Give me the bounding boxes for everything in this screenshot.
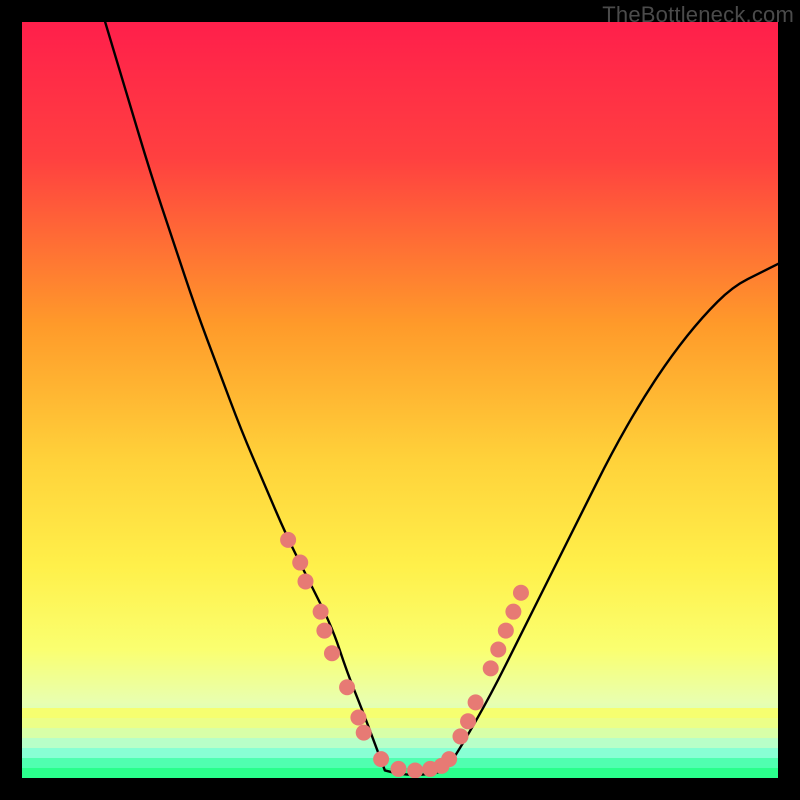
- marker-dot: [339, 679, 355, 695]
- marker-dot: [350, 710, 366, 726]
- marker-dot: [373, 751, 389, 767]
- marker-dot: [298, 573, 314, 589]
- marker-dot: [498, 623, 514, 639]
- marker-dot: [316, 623, 332, 639]
- marker-dot: [407, 762, 423, 778]
- marker-dot: [356, 725, 372, 741]
- marker-dot: [483, 660, 499, 676]
- marker-dot: [513, 585, 529, 601]
- marker-dot: [292, 555, 308, 571]
- marker-dot: [313, 604, 329, 620]
- marker-dot: [505, 604, 521, 620]
- marker-dot: [468, 694, 484, 710]
- marker-dot: [460, 713, 476, 729]
- marker-dot: [490, 641, 506, 657]
- watermark-text: TheBottleneck.com: [602, 2, 794, 28]
- marker-dot: [280, 532, 296, 548]
- marker-dot: [452, 728, 468, 744]
- marker-dot: [324, 645, 340, 661]
- marker-dot: [441, 751, 457, 767]
- bottleneck-chart: [22, 22, 778, 778]
- gradient-background: [22, 22, 778, 778]
- marker-dot: [390, 761, 406, 777]
- chart-frame: [22, 22, 778, 778]
